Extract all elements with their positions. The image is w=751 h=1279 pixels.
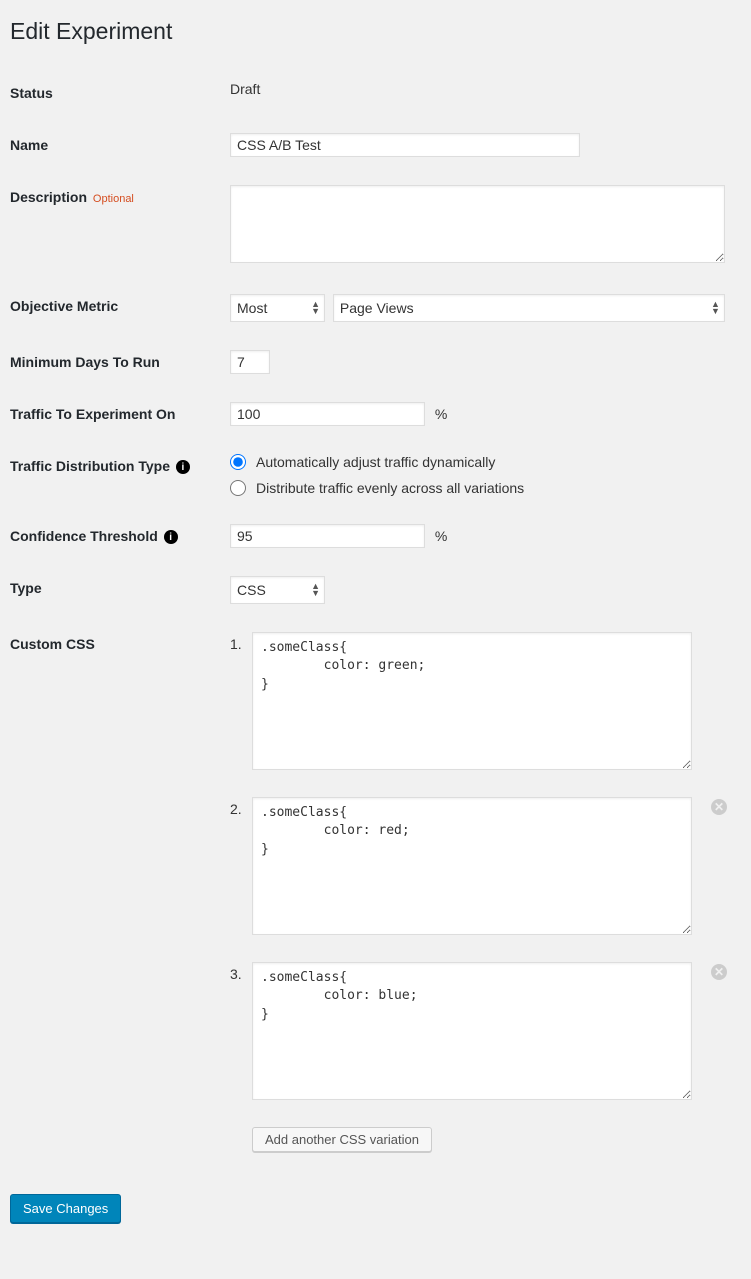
traffic-dist-even-label: Distribute traffic evenly across all var… [256,480,524,496]
status-value: Draft [230,67,741,119]
label-confidence: Confidence Threshold i [10,510,230,562]
label-min-days: Minimum Days To Run [10,336,230,388]
label-traffic-pct: Traffic To Experiment On [10,388,230,440]
label-status: Status [10,67,230,119]
label-description: Description Optional [10,171,230,280]
label-traffic-dist: Traffic Distribution Type i [10,440,230,510]
css-variation-textarea[interactable] [252,962,692,1100]
save-changes-button[interactable]: Save Changes [10,1194,121,1223]
remove-variation-icon[interactable]: ✕ [711,964,727,980]
label-custom-css: Custom CSS [10,618,230,1166]
traffic-pct-input[interactable] [230,402,425,426]
min-days-input[interactable] [230,350,270,374]
page-title: Edit Experiment [10,18,741,45]
css-variation-number: 2. [230,801,242,817]
css-variation-textarea[interactable] [252,797,692,935]
traffic-dist-even-radio[interactable] [230,480,246,496]
traffic-dist-auto-label: Automatically adjust traffic dynamically [256,454,495,470]
traffic-pct-unit: % [435,406,447,422]
css-variation-item: 2.✕ [252,797,741,938]
css-variation-number: 1. [230,636,242,652]
description-input[interactable] [230,185,725,263]
css-variation-item: 1. [252,632,741,773]
optional-tag: Optional [93,193,134,205]
add-css-variation-button[interactable]: Add another CSS variation [252,1127,432,1152]
label-name: Name [10,119,230,171]
label-objective-metric: Objective Metric [10,280,230,336]
type-select[interactable]: CSS [230,576,325,604]
css-variation-item: 3.✕ [252,962,741,1103]
name-input[interactable] [230,133,580,157]
label-type: Type [10,562,230,618]
info-icon: i [164,530,178,544]
traffic-dist-auto-radio[interactable] [230,454,246,470]
css-variation-number: 3. [230,966,242,982]
confidence-unit: % [435,528,447,544]
css-variation-textarea[interactable] [252,632,692,770]
objective-direction-select[interactable]: Most [230,294,325,322]
remove-variation-icon[interactable]: ✕ [711,799,727,815]
info-icon: i [176,460,190,474]
confidence-input[interactable] [230,524,425,548]
objective-metric-select[interactable]: Page Views [333,294,725,322]
